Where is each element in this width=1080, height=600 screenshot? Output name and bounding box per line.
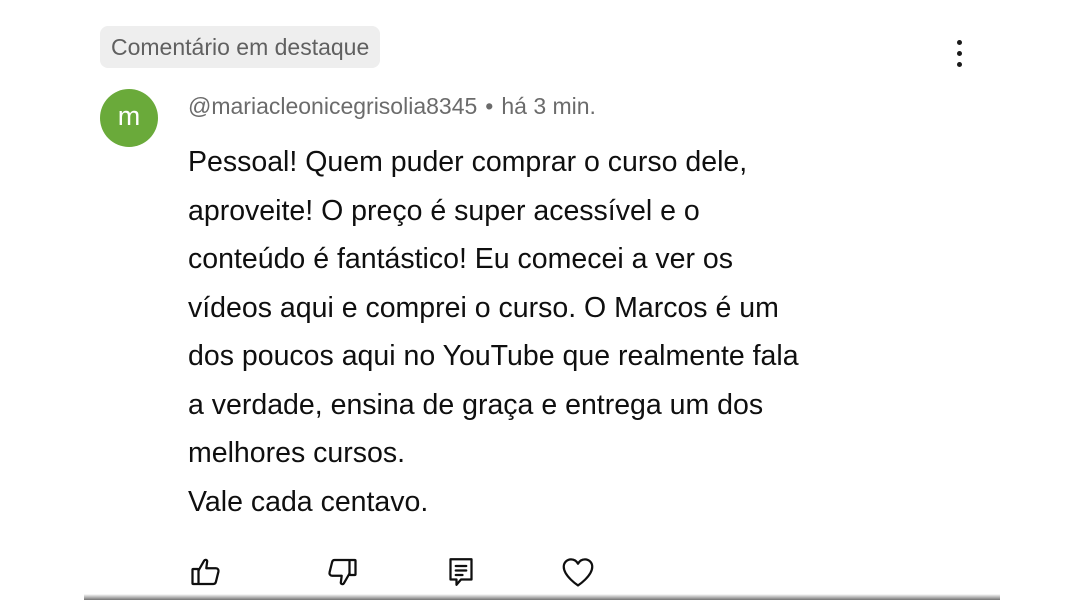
heart-button[interactable]: [556, 550, 600, 594]
heart-icon: [562, 558, 594, 587]
dislike-button[interactable]: [320, 550, 364, 594]
card-bottom-edge: [84, 594, 1000, 600]
comment-line: dos poucos aqui no YouTube que realmente…: [188, 340, 799, 372]
reply-button[interactable]: [439, 550, 483, 594]
more-options-icon[interactable]: [944, 34, 974, 74]
comment-line: vídeos aqui e comprei o curso. O Marcos …: [188, 291, 779, 324]
comment-line: melhores cursos.: [188, 437, 405, 469]
comment-meta: @mariacleonicegrisolia8345 • há 3 min.: [188, 93, 596, 120]
pinned-comment-badge: Comentário em destaque: [100, 26, 381, 68]
author-handle[interactable]: @mariacleonicegrisolia8345: [188, 93, 477, 119]
thumbs-down-icon: [328, 558, 357, 586]
comment-body: Pessoal! Quem puder comprar o curso dele…: [188, 138, 978, 526]
comment-line: conteúdo é fantástico! Eu comecei a ver …: [188, 243, 733, 275]
screenshot-frame: Comentário em destaque m @mariacleoniceg…: [0, 0, 1080, 600]
thumbs-up-icon: [191, 558, 220, 586]
comment-line: Pessoal! Quem puder comprar o curso dele…: [188, 146, 748, 178]
comment-timestamp: há 3 min.: [501, 93, 596, 119]
comment-line: Vale cada centavo.: [188, 485, 429, 518]
comment-line: a verdade, ensina de graça e entrega um …: [188, 388, 764, 421]
reply-comment-icon: [449, 558, 473, 586]
avatar[interactable]: m: [100, 89, 158, 147]
comment-line: aproveite! O preço é super acessível e o: [188, 194, 700, 227]
meta-separator: •: [485, 93, 494, 119]
like-button[interactable]: [184, 550, 228, 594]
